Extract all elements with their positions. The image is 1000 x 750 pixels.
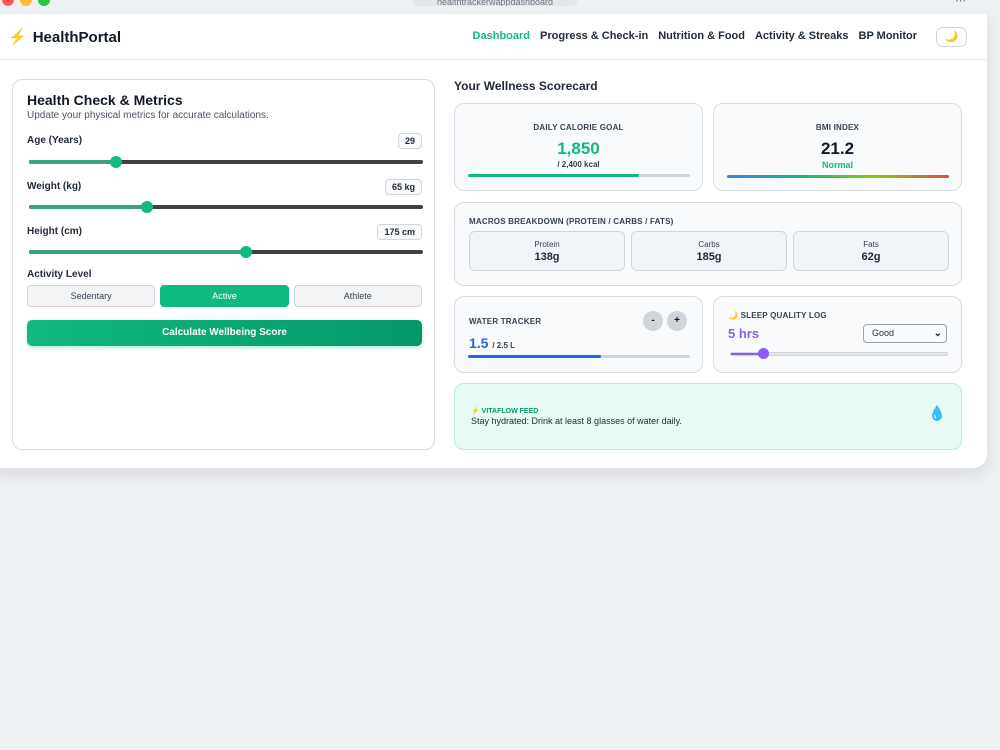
weight-slider-fill [29,205,148,209]
browser-chrome: healthtrackerwappdashboard ⋯ [0,0,1000,14]
macro-fats-value: 62g [861,251,881,263]
water-value: 1.5 / 2.5 L [469,335,515,351]
close-window-button[interactable] [2,0,14,6]
activity-active-button[interactable]: Active [160,285,289,307]
bmi-value: 21.2 [820,139,855,158]
calorie-goal-target: / 2,400 kcal [557,160,600,169]
calorie-progress-bar [468,174,690,177]
bmi-label: BMI INDEX [815,123,860,132]
sleep-slider-thumb[interactable] [758,348,770,359]
macro-carbs-name: Carbs [698,240,720,249]
app-window: ⚡ HealthPortal Dashboard Progress & Chec… [0,14,987,468]
nav-link-activity[interactable]: Activity & Streaks [755,30,849,42]
water-progress-fill [468,355,602,358]
sleep-quality-label-text: SLEEP QUALITY LOG [740,311,827,320]
weight-slider-thumb[interactable] [141,201,154,213]
moon-icon: 🌙 [728,311,739,320]
moon-icon: 🌙 [944,31,959,43]
age-label: Age (Years) [27,135,83,146]
lightning-icon: ⚡ [471,408,480,415]
macro-carbs-value: 185g [696,251,722,263]
health-check-card: Health Check & Metrics Update your physi… [12,79,435,450]
weight-value-badge: 65 kg [384,179,422,195]
sleep-quality-label: 🌙 SLEEP QUALITY LOG [728,311,827,320]
vitaflow-feed-label: ⚡ VITAFLOW FEED [471,407,538,415]
activity-sedentary-button[interactable]: Sedentary [27,285,156,307]
sleep-quality-card: 🌙 SLEEP QUALITY LOG 5 hrs Good ⌄ [713,296,962,373]
activity-athlete-button[interactable]: Athlete [293,285,422,307]
age-slider-fill [29,160,116,164]
age-slider[interactable] [29,156,423,168]
calorie-goal-value: 1,850 [557,139,600,158]
height-slider-thumb[interactable] [239,246,252,258]
height-slider-fill [29,250,246,254]
macros-card: MACROS BREAKDOWN (PROTEIN / CARBS / FATS… [454,202,962,286]
bmi-status: Normal [821,160,853,170]
weight-slider[interactable] [29,201,423,213]
theme-toggle-button[interactable]: 🌙 [936,27,967,47]
brand-logo[interactable]: ⚡ HealthPortal [8,28,122,47]
water-drop-icon [932,405,942,421]
calorie-goal-label: DAILY CALORIE GOAL [533,123,624,132]
chevron-down-icon: ⌄ [933,328,942,339]
nav-link-nutrition[interactable]: Nutrition & Food [658,30,745,42]
macro-protein: Protein 138g [469,231,625,271]
height-label: Height (cm) [27,226,82,237]
height-slider[interactable] [29,246,423,258]
macros-label: MACROS BREAKDOWN (PROTEIN / CARBS / FATS… [469,217,674,226]
address-bar[interactable]: healthtrackerwappdashboard [412,0,578,6]
maximize-window-button[interactable] [38,0,50,6]
calorie-progress-fill [468,174,639,177]
bmi-card: BMI INDEX 21.2 Normal [713,103,962,191]
age-value-badge: 29 [397,133,422,149]
nav-links: Dashboard Progress & Check-in Nutrition … [473,30,917,42]
macro-protein-name: Protein [534,240,560,249]
macros-row: Protein 138g Carbs 185g Fats 62g [469,231,949,271]
nav-link-progress[interactable]: Progress & Check-in [540,30,648,42]
nav-link-dashboard[interactable]: Dashboard [473,30,530,42]
macro-fats-name: Fats [863,240,879,249]
age-slider-thumb[interactable] [109,156,122,168]
water-amount: 1.5 [469,335,489,351]
lightning-icon: ⚡ [8,29,27,46]
vitaflow-feed-label-text: VITAFLOW FEED [481,408,539,415]
calculate-wellbeing-button[interactable]: Calculate Wellbeing Score [27,320,422,346]
bmi-gradient-bar [727,175,949,178]
scorecard-title: Your Wellness Scorecard [454,79,598,93]
macro-protein-value: 138g [534,251,560,263]
height-value-badge: 175 cm [377,224,422,240]
vitaflow-feed-message: Stay hydrated: Drink at least 8 glasses … [471,416,682,426]
top-navbar: ⚡ HealthPortal Dashboard Progress & Chec… [0,14,987,60]
macro-carbs: Carbs 185g [631,231,787,271]
macro-fats: Fats 62g [793,231,949,271]
sleep-hours-slider[interactable] [730,348,948,359]
sleep-quality-select[interactable]: Good ⌄ [863,324,947,343]
water-decrement-button[interactable]: - [643,311,663,331]
more-icon[interactable]: ⋯ [955,0,970,7]
sleep-hours-value: 5 hrs [728,326,760,341]
water-increment-button[interactable]: + [667,311,687,331]
health-check-title: Health Check & Metrics [27,92,183,108]
brand-name: HealthPortal [32,28,122,46]
water-progress-bar [468,355,690,358]
sleep-quality-selected: Good [872,328,895,338]
weight-label: Weight (kg) [27,181,82,192]
water-unit: / 2.5 L [492,341,516,350]
water-tracker-label: WATER TRACKER [469,317,542,326]
activity-level-label: Activity Level [27,269,92,280]
vitaflow-feed-card: ⚡ VITAFLOW FEED Stay hydrated: Drink at … [454,383,962,450]
health-check-subtitle: Update your physical metrics for accurat… [27,110,269,121]
calorie-goal-card: DAILY CALORIE GOAL 1,850 / 2,400 kcal [454,103,703,191]
activity-level-selector: Sedentary Active Athlete [27,285,422,307]
nav-link-bp-monitor[interactable]: BP Monitor [859,30,917,42]
water-tracker-card: WATER TRACKER - + 1.5 / 2.5 L [454,296,703,373]
minimize-window-button[interactable] [20,0,32,6]
